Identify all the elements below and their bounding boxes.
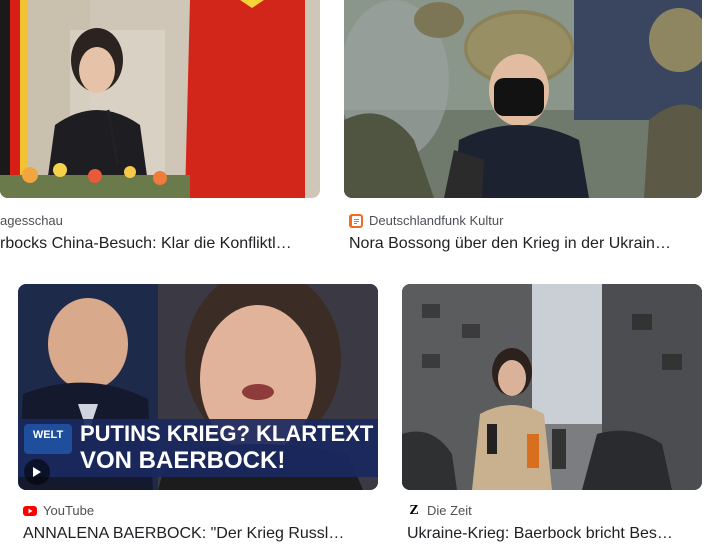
source-name: YouTube	[43, 503, 95, 518]
thumbnail-overlay-line1: PUTINS KRIEG? KLARTEXT	[80, 421, 374, 446]
source-label-1: agesschau	[0, 213, 63, 228]
thumbnail-image-1[interactable]	[0, 0, 320, 198]
soldiers-photo	[344, 0, 702, 198]
thumbnail-image-3[interactable]: WELT PUTINS KRIEG? KLARTEXT VON BAERBOCK…	[18, 284, 378, 490]
headline-2[interactable]: Nora Bossong über den Krieg in der Ukrai…	[349, 235, 701, 253]
press-conference-image	[0, 0, 320, 198]
play-icon[interactable]	[24, 459, 50, 485]
youtube-icon	[23, 504, 37, 518]
welt-logo: WELT	[32, 429, 64, 441]
source-label-4: Z Die Zeit	[407, 502, 472, 519]
source-label-2: Deutschlandfunk Kultur	[349, 213, 503, 228]
source-label-3: YouTube	[23, 503, 94, 518]
headline-3[interactable]: ANNALENA BAERBOCK: "Der Krieg Russl…	[23, 525, 379, 543]
thumbnail-image-4[interactable]	[402, 284, 702, 490]
thumbnail-overlay-line2: VON BAERBOCK!	[80, 447, 286, 474]
source-name: agesschau	[0, 213, 63, 228]
source-name: Die Zeit	[427, 503, 472, 518]
headline-1[interactable]: rbocks China-Besuch: Klar die Konfliktl…	[0, 235, 322, 253]
deutschlandfunk-icon	[349, 213, 363, 228]
source-name: Deutschlandfunk Kultur	[369, 213, 504, 228]
zeit-icon: Z	[409, 502, 419, 518]
headline-4[interactable]: Ukraine-Krieg: Baerbock bricht Bes…	[407, 525, 703, 543]
ruins-photo	[402, 284, 702, 490]
thumbnail-image-2[interactable]	[344, 0, 702, 198]
